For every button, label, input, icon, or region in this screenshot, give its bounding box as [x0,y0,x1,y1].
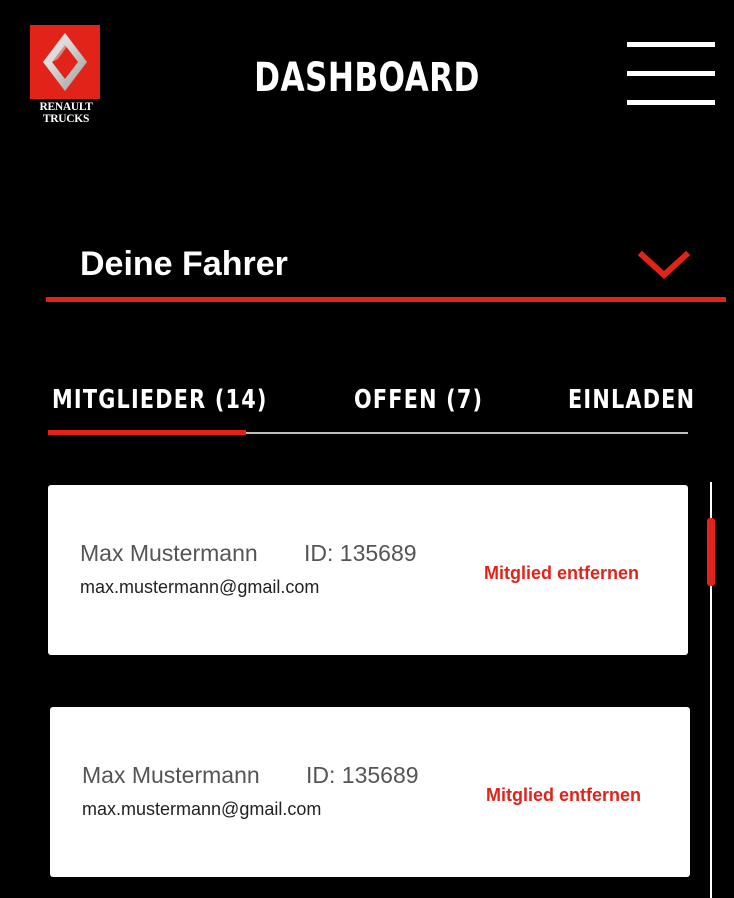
menu-button[interactable] [625,42,717,112]
member-tabs: MITGLIEDER (14) OFFEN (7) EINLADEN [48,378,694,438]
member-card: Max Mustermann ID: 135689 max.mustermann… [48,485,688,655]
chevron-down-icon [638,250,690,280]
page-title: DASHBOARD [254,55,480,101]
remove-member-button[interactable]: Mitglied entfernen [486,785,641,806]
member-id: ID: 135689 [306,762,419,788]
member-id: ID: 135689 [304,540,417,566]
member-name: Max Mustermann [82,762,260,788]
member-email: max.mustermann@gmail.com [80,577,320,597]
driver-group-dropdown[interactable]: Deine Fahrer [46,235,726,305]
tab-mitglieder[interactable]: MITGLIEDER (14) [52,378,268,428]
member-email: max.mustermann@gmail.com [82,799,322,819]
scrollbar-thumb[interactable] [707,518,715,586]
logo-wordmark: RENAULT TRUCKS [39,101,93,125]
tab-offen[interactable]: OFFEN (7) [354,378,483,428]
dropdown-label: Deine Fahrer [80,245,288,283]
remove-member-button[interactable]: Mitglied entfernen [484,563,639,584]
member-card: Max Mustermann ID: 135689 max.mustermann… [50,707,690,877]
dashboard-screen: RENAULT TRUCKS DASHBOARD Deine Fahrer MI… [0,0,734,898]
dropdown-underline [46,297,726,302]
tab-einladen[interactable]: EINLADEN [568,378,695,428]
member-name: Max Mustermann [80,540,258,566]
tab-active-indicator [48,430,246,435]
